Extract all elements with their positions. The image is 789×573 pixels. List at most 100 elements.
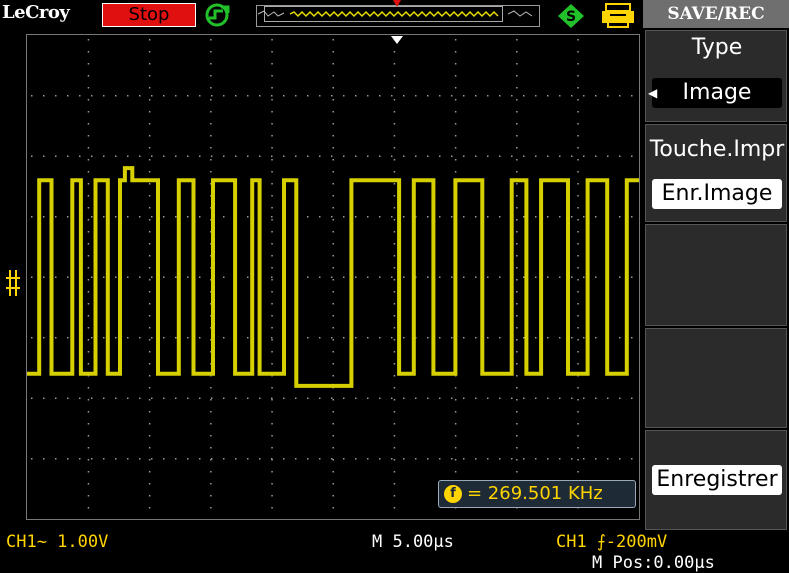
grid-dot (91, 397, 93, 399)
grid-dot (332, 243, 334, 245)
save-button[interactable]: Enregistrer (652, 465, 782, 495)
grid-dot (516, 459, 518, 461)
grid-dot (367, 458, 369, 460)
grid-dot (454, 111, 457, 113)
grid-dot (247, 276, 249, 278)
grid-dot (607, 155, 609, 157)
grid-dot (332, 459, 334, 461)
grid-dot (516, 99, 518, 101)
grid-dot (87, 75, 90, 77)
grid-dot (393, 231, 396, 233)
grid-dot (516, 363, 518, 365)
grid-dot (87, 399, 90, 401)
grid-dot (307, 458, 309, 460)
grid-dot (319, 458, 321, 460)
grid-dot (454, 75, 457, 77)
grid-dot (67, 276, 69, 278)
grid-dot (332, 255, 334, 257)
grid-dot (332, 447, 334, 449)
run-stop-indicator[interactable]: Stop (102, 3, 196, 27)
grid-dot (559, 397, 561, 399)
grid-dot (451, 155, 453, 157)
grid-dot (332, 483, 334, 485)
grid-dot (295, 95, 297, 97)
grid-dot (487, 397, 489, 399)
grid-dot (516, 147, 518, 149)
grid-dot (295, 397, 297, 399)
grid-dot (454, 123, 457, 125)
grid-dot (210, 507, 212, 509)
grid-dot (271, 216, 273, 218)
grid-dot (319, 276, 321, 278)
grid-dot (187, 276, 189, 278)
grid-dot (271, 291, 273, 293)
grid-dot (463, 95, 465, 97)
grid-dot (271, 51, 273, 53)
grid-dot (332, 423, 334, 425)
grid-dot (577, 459, 579, 461)
grid-dot (55, 95, 57, 97)
grid-dot (259, 155, 261, 157)
grid-dot (535, 276, 537, 278)
grid-dot (577, 279, 579, 281)
menu-item-print-key-value: Enr.Image (652, 179, 782, 209)
grid-dot (187, 155, 189, 157)
grid-dot (151, 337, 153, 339)
grid-dot (577, 267, 579, 269)
grid-dot (516, 435, 518, 437)
grid-dot (91, 95, 93, 97)
grid-dot (393, 123, 396, 125)
grid-dot (87, 123, 90, 125)
grid-dot (127, 458, 129, 460)
grid-dot (391, 458, 393, 460)
grid-dot (523, 95, 525, 97)
grid-dot (210, 471, 212, 473)
grid-dot (516, 399, 518, 401)
grid-dot (271, 207, 273, 209)
grid-dot (43, 337, 45, 339)
grid-dot (271, 183, 273, 185)
menu-item-type-value: Image (652, 78, 782, 108)
grid-dot (393, 207, 396, 209)
grid-dot (516, 159, 518, 161)
grid-dot (332, 99, 334, 101)
grid-dot (332, 339, 334, 341)
grid-dot (343, 337, 345, 339)
grid-dot (87, 315, 90, 317)
grid-dot (393, 111, 396, 113)
grid-dot (332, 195, 334, 197)
grid-dot (247, 458, 249, 460)
grid-dot (393, 507, 396, 509)
grid-dot (571, 95, 573, 97)
grid-dot (79, 458, 81, 460)
grid-dot (332, 507, 334, 509)
grid-dot (151, 216, 153, 218)
menu-item-type[interactable]: Type Image ◀ (645, 30, 787, 122)
grid-dot (559, 216, 561, 218)
grid-dot (516, 423, 518, 425)
grid-dot (331, 155, 333, 157)
grid-dot (439, 276, 441, 278)
grid-dot (379, 276, 381, 278)
grid-dot (91, 276, 93, 278)
grid-dot (148, 507, 151, 509)
grid-dot (454, 171, 457, 173)
grid-dot (391, 337, 393, 339)
grid-dot (271, 39, 273, 41)
grid-dot (31, 397, 33, 399)
menu-item-empty-3[interactable] (645, 224, 787, 326)
grid-dot (148, 135, 151, 137)
menu-item-empty-4[interactable] (645, 328, 787, 428)
grid-dot (332, 327, 334, 329)
menu-item-print-key[interactable]: Touche.Impr Enr.Image (645, 124, 787, 222)
grid-dot (487, 216, 489, 218)
grid-dot (559, 276, 561, 278)
grid-dot (148, 75, 151, 77)
grid-dot (331, 337, 333, 339)
grid-dot (283, 397, 285, 399)
menu-item-save[interactable]: Enregistrer (645, 430, 787, 530)
grid-dot (499, 337, 501, 339)
grid-dot (393, 135, 396, 137)
grid-dot (577, 315, 579, 317)
grid-dot (271, 399, 273, 401)
